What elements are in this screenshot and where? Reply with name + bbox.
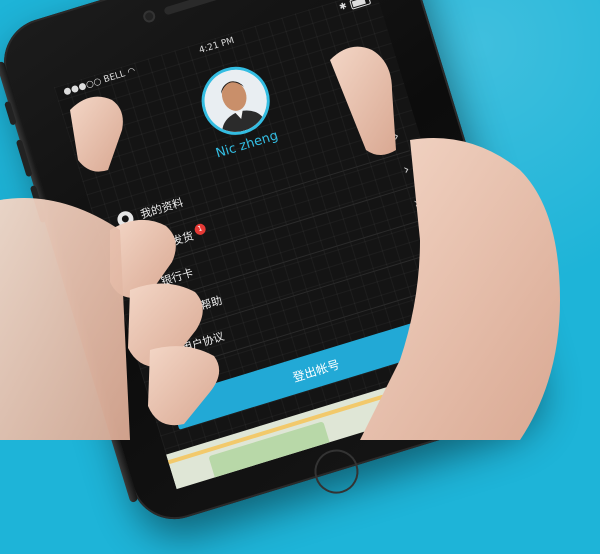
avatar-portrait — [196, 62, 275, 140]
truck-icon: ▬ — [125, 242, 146, 263]
chat-icon: ◔ — [146, 309, 167, 330]
front-camera — [141, 8, 157, 24]
chevron-right-icon: › — [421, 228, 432, 246]
earpiece-speaker — [163, 0, 243, 16]
notification-badge: 1 — [193, 221, 207, 236]
menu-item-label: 我的资料 — [139, 195, 185, 222]
chevron-right-icon: › — [391, 127, 402, 145]
home-button — [308, 444, 364, 500]
person-icon: ● — [115, 209, 136, 230]
menu-item-label: 客服&帮助 — [169, 293, 224, 322]
status-right: ✱ — [337, 0, 372, 16]
document-icon: ▯ — [156, 343, 177, 364]
battery-icon — [349, 0, 372, 10]
menu-item-label: 我的发货 — [149, 229, 196, 255]
menu-item-label: 用户协议 — [179, 329, 226, 356]
menu-item-label: 银行卡 — [159, 266, 195, 289]
screen: ●●●○○ BELL ◠ 4:21 PM ✱ Nic zheng ● 我的资料 … — [53, 0, 498, 490]
chevron-right-icon: › — [401, 161, 412, 179]
chevron-right-icon: › — [411, 194, 422, 212]
card-icon: ▭ — [135, 276, 156, 297]
